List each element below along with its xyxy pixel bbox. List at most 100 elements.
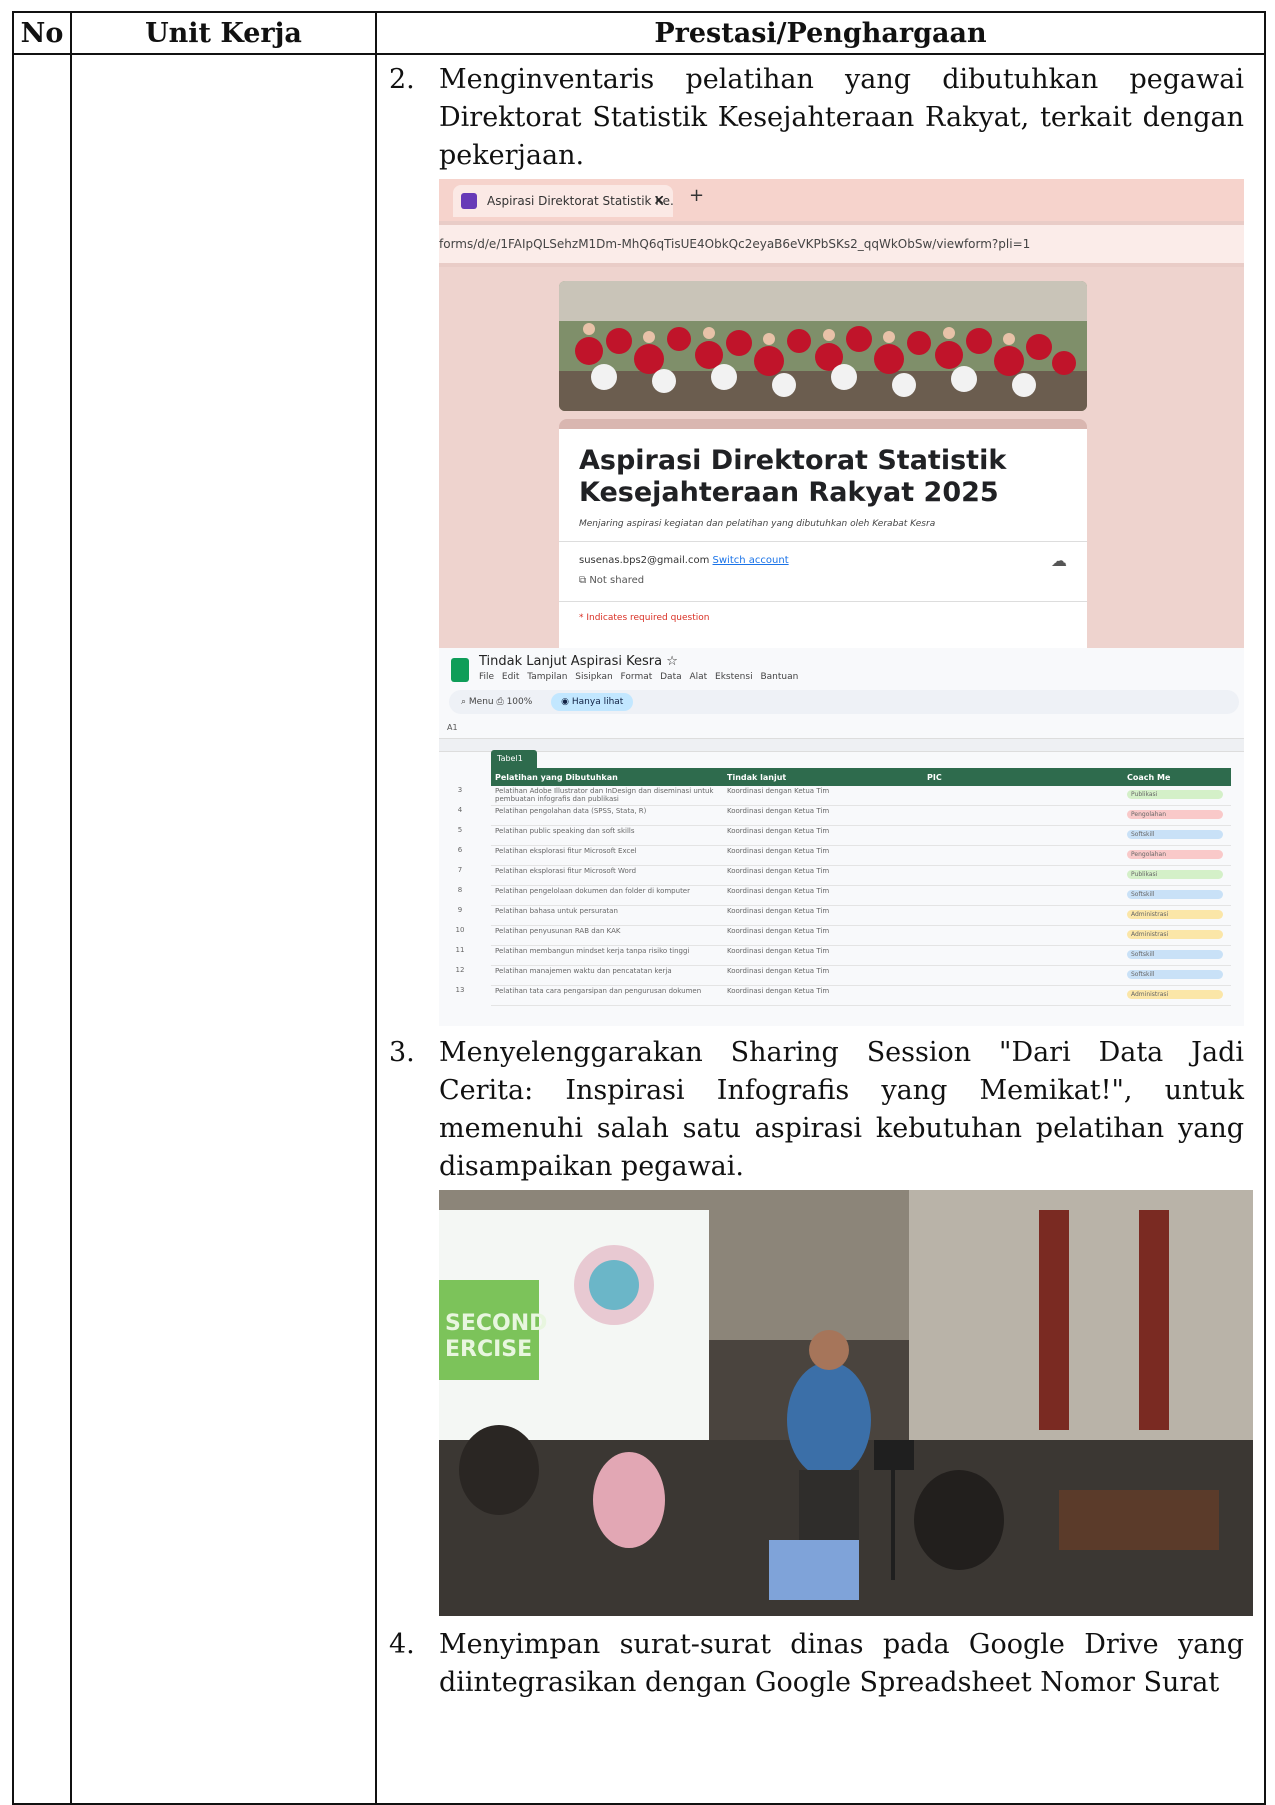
sheet-cell-tindak-lanjut: Koordinasi dengan Ketua Tim [723, 786, 923, 806]
cell-reference: A1 [447, 723, 458, 732]
cell-unit-kerja [70, 53, 377, 1805]
sheet-cell-tindak-lanjut: Koordinasi dengan Ketua Tim [723, 985, 923, 1006]
sheet-col-header: Tindak lanjut [723, 768, 923, 786]
cloud-icon: ☁ [1051, 551, 1067, 570]
item-number: 2. [389, 64, 415, 95]
zoom-level: 100% [506, 697, 533, 707]
sheet-cell-pic [923, 905, 1123, 926]
sheet-cell-pelatihan: Pelatihan pengolahan data (SPSS, Stata, … [491, 805, 723, 826]
form-title: Aspirasi Direktorat Statistik Kesejahter… [579, 445, 1007, 508]
account-line: susenas.bps2@gmail.com Switch account [579, 555, 789, 566]
list-item-3: 3. Menyelenggarakan Sharing Session "Dar… [377, 1034, 1264, 1186]
sheet-menu-bar: File Edit Tampilan Sisipkan Format Data … [479, 672, 799, 682]
sheet-cell-tindak-lanjut: Koordinasi dengan Ketua Tim [723, 965, 923, 986]
row-number: 7 [457, 866, 463, 874]
switch-account-link[interactable]: Switch account [713, 555, 789, 566]
star-icon: ☆ [666, 654, 678, 669]
sheet-cell-coach: Softskill [1123, 945, 1231, 966]
sheet-cell-coach: Publikasi [1123, 786, 1231, 806]
coach-chip: Administrasi [1127, 930, 1223, 939]
sheet-cell-coach: Administrasi [1123, 925, 1231, 946]
sheet-cell-coach: Softskill [1123, 885, 1231, 906]
browser-tab-bar: Aspirasi Direktorat Statistik Ke... ✕ + [439, 179, 1244, 221]
sharing-session-photo: SECOND ERCISE [439, 1190, 1253, 1616]
item-number: 4. [389, 1629, 415, 1660]
divider [559, 541, 1087, 542]
slide-text-1: SECOND [445, 1311, 547, 1336]
google-sheets-screenshot: Tindak Lanjut Aspirasi Kesra ☆ File Edit… [439, 648, 1244, 1026]
sheet-cell-tindak-lanjut: Koordinasi dengan Ketua Tim [723, 825, 923, 846]
cell-no [12, 53, 72, 1805]
sheet-cell-tindak-lanjut: Koordinasi dengan Ketua Tim [723, 865, 923, 886]
sheet-cell-coach: Softskill [1123, 965, 1231, 986]
sheet-cell-pic [923, 985, 1123, 1006]
slide-text-2: ERCISE [445, 1337, 532, 1362]
sheet-header-row: Pelatihan yang Dibutuhkan Tindak lanjut … [491, 768, 1231, 786]
sheet-cell-pic [923, 805, 1123, 826]
account-email: susenas.bps2@gmail.com [579, 555, 710, 566]
coach-chip: Publikasi [1127, 870, 1223, 879]
sheet-cell-tindak-lanjut: Koordinasi dengan Ketua Tim [723, 905, 923, 926]
coach-chip: Softskill [1127, 890, 1223, 899]
row-number: 4 [457, 806, 463, 814]
coach-chip: Pengolahan [1127, 810, 1223, 819]
sheet-col-header: Coach Me [1123, 768, 1231, 786]
sheet-cell-tindak-lanjut: Koordinasi dengan Ketua Tim [723, 805, 923, 826]
table-row: Pelatihan bahasa untuk persuratan Koordin… [491, 905, 1231, 926]
sheet-cell-tindak-lanjut: Koordinasi dengan Ketua Tim [723, 925, 923, 946]
sheet-toolbar: ⌕ Menu ⎙ 100% ◉ Hanya lihat [449, 690, 1239, 714]
prestasi-content: 2. Menginventaris pelatihan yang dibutuh… [377, 61, 1264, 1702]
row-number: 5 [457, 826, 463, 834]
sheet-cell-pelatihan: Pelatihan penyusunan RAB dan KAK [491, 925, 723, 946]
eye-icon: ◉ [561, 697, 572, 707]
table-row: Pelatihan tata cara pengarsipan dan peng… [491, 985, 1231, 1006]
sheet-cell-pelatihan: Pelatihan public speaking dan soft skill… [491, 825, 723, 846]
view-only-badge: ◉ Hanya lihat [551, 693, 634, 711]
tab-title: Aspirasi Direktorat Statistik Ke... [487, 194, 673, 208]
sheet-cell-pelatihan: Pelatihan pengelolaan dokumen dan folder… [491, 885, 723, 906]
table-row: Pelatihan eksplorasi fitur Microsoft Wor… [491, 865, 1231, 886]
coach-chip: Administrasi [1127, 910, 1223, 919]
sheet-cell-pelatihan: Pelatihan tata cara pengarsipan dan peng… [491, 985, 723, 1006]
table-row: Pelatihan manajemen waktu dan pencatatan… [491, 965, 1231, 986]
sheet-cell-pic [923, 845, 1123, 866]
print-icon: ⎙ [496, 697, 507, 707]
sheet-cell-coach: Administrasi [1123, 905, 1231, 926]
not-shared-text: Not shared [589, 575, 645, 586]
sheet-cell-pic [923, 965, 1123, 986]
sheet-cell-tindak-lanjut: Koordinasi dengan Ketua Tim [723, 945, 923, 966]
sheet-cell-pelatihan: Pelatihan membangun mindset kerja tanpa … [491, 945, 723, 966]
url-bar: forms/d/e/1FAIpQLSehzM1Dm-MhQ6qTisUE4Obk… [439, 225, 1244, 263]
coach-chip: Softskill [1127, 970, 1223, 979]
sheets-logo-icon [451, 658, 469, 682]
search-icon: ⌕ [461, 697, 469, 707]
sheet-cell-pelatihan: Pelatihan eksplorasi fitur Microsoft Wor… [491, 865, 723, 886]
coach-chip: Softskill [1127, 830, 1223, 839]
sheet-cell-pelatihan: Pelatihan Adobe Illustrator dan InDesign… [491, 786, 723, 806]
list-item-2: 2. Menginventaris pelatihan yang dibutuh… [377, 61, 1264, 175]
item-text: Menginventaris pelatihan yang dibutuhkan… [439, 64, 1244, 171]
sheet-cell-pic [923, 786, 1123, 806]
doc-title-text: Tindak Lanjut Aspirasi Kesra [479, 654, 663, 669]
new-tab-icon: + [689, 185, 705, 206]
formula-bar: A1 [439, 718, 1244, 738]
table-header-row: No Unit Kerja Prestasi/Penghargaan [12, 11, 1266, 55]
coach-chip: Pengolahan [1127, 850, 1223, 859]
sheet-doc-title: Tindak Lanjut Aspirasi Kesra ☆ [479, 654, 678, 669]
view-only-text: Hanya lihat [571, 697, 624, 707]
sheet-cell-coach: Pengolahan [1123, 845, 1231, 866]
forms-icon [461, 193, 477, 209]
row-number: 10 [455, 926, 465, 934]
table-row: Pelatihan pengelolaan dokumen dan folder… [491, 885, 1231, 906]
sheet-col-header: PIC [923, 768, 1123, 786]
form-canvas: Aspirasi Direktorat Statistik Kesejahter… [439, 267, 1244, 648]
row-number: 6 [457, 846, 463, 854]
divider [559, 601, 1087, 602]
row-number: 8 [457, 886, 463, 894]
sheet-cell-pic [923, 945, 1123, 966]
sheet-cell-coach: Pengolahan [1123, 805, 1231, 826]
sheet-cell-tindak-lanjut: Koordinasi dengan Ketua Tim [723, 885, 923, 906]
required-note: * Indicates required question [579, 613, 710, 623]
sheet-cell-pelatihan: Pelatihan bahasa untuk persuratan [491, 905, 723, 926]
table-row: 2. Menginventaris pelatihan yang dibutuh… [12, 53, 1266, 1805]
